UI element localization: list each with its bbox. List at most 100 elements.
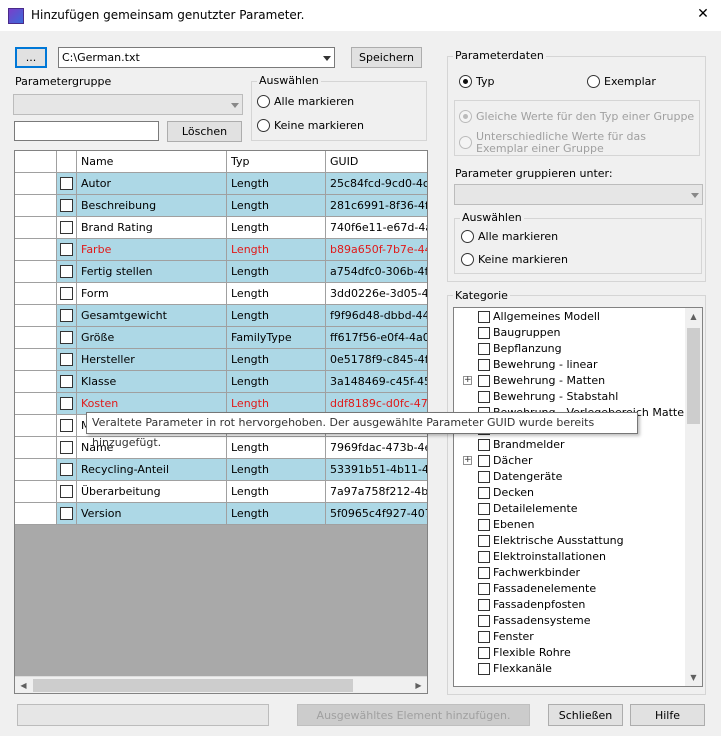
table-row[interactable]: VersionLength5f0965c4f927-407e- bbox=[15, 503, 427, 525]
row-checkbox[interactable] bbox=[60, 463, 73, 476]
tree-item[interactable]: Elektroinstallationen bbox=[454, 549, 686, 565]
row-checkbox[interactable] bbox=[60, 397, 73, 410]
row-checkbox-cell[interactable] bbox=[57, 349, 77, 371]
tree-item[interactable]: Fenster bbox=[454, 629, 686, 645]
row-checkbox[interactable] bbox=[60, 309, 73, 322]
row-checkbox[interactable] bbox=[60, 485, 73, 498]
tree-item[interactable]: Ebenen bbox=[454, 517, 686, 533]
scrollbar-thumb[interactable] bbox=[33, 679, 353, 692]
scroll-right-icon[interactable]: ▶ bbox=[410, 677, 427, 693]
row-checkbox[interactable] bbox=[60, 243, 73, 256]
row-checkbox[interactable] bbox=[60, 441, 73, 454]
row-checkbox-cell[interactable] bbox=[57, 261, 77, 283]
row-checkbox-cell[interactable] bbox=[57, 305, 77, 327]
tree-item-checkbox[interactable] bbox=[478, 631, 490, 643]
row-checkbox-cell[interactable] bbox=[57, 503, 77, 525]
row-checkbox[interactable] bbox=[60, 353, 73, 366]
radio-exemplar[interactable]: Exemplar bbox=[587, 75, 656, 88]
parametergruppe-combo[interactable] bbox=[13, 94, 243, 115]
row-checkbox-cell[interactable] bbox=[57, 481, 77, 503]
tree-item-checkbox[interactable] bbox=[478, 391, 490, 403]
row-checkbox[interactable] bbox=[60, 331, 73, 344]
row-checkbox-cell[interactable] bbox=[57, 217, 77, 239]
tree-item-checkbox[interactable] bbox=[478, 647, 490, 659]
tree-item-checkbox[interactable] bbox=[478, 375, 490, 387]
tree-item-checkbox[interactable] bbox=[478, 439, 490, 451]
tree-item[interactable]: Flexible Rohre bbox=[454, 645, 686, 661]
tree-item-checkbox[interactable] bbox=[478, 663, 490, 675]
row-checkbox-cell[interactable] bbox=[57, 283, 77, 305]
tree-item[interactable]: Allgemeines Modell bbox=[454, 309, 686, 325]
table-row[interactable]: ÜberarbeitungLength7a97a758f212-4b3d bbox=[15, 481, 427, 503]
tree-item[interactable]: Fassadenpfosten bbox=[454, 597, 686, 613]
row-checkbox-cell[interactable] bbox=[57, 393, 77, 415]
table-row[interactable]: BeschreibungLength281c6991-8f36-4f34- bbox=[15, 195, 427, 217]
delete-button[interactable]: Löschen bbox=[167, 121, 242, 142]
row-checkbox-cell[interactable] bbox=[57, 195, 77, 217]
row-checkbox-cell[interactable] bbox=[57, 239, 77, 261]
filter-input[interactable] bbox=[14, 121, 159, 141]
tree-item-checkbox[interactable] bbox=[478, 535, 490, 547]
tree-item[interactable]: Detailelemente bbox=[454, 501, 686, 517]
tree-item-checkbox[interactable] bbox=[478, 583, 490, 595]
category-tree[interactable]: Allgemeines Modell Baugruppen Bepflanzung B… bbox=[453, 307, 703, 687]
row-checkbox[interactable] bbox=[60, 419, 73, 432]
row-checkbox[interactable] bbox=[60, 221, 73, 234]
tree-item-checkbox[interactable] bbox=[478, 471, 490, 483]
tree-item[interactable]: Datengeräte bbox=[454, 469, 686, 485]
tree-item-checkbox[interactable] bbox=[478, 487, 490, 499]
tree-item[interactable]: Brandmelder bbox=[454, 437, 686, 453]
tree-item-checkbox[interactable] bbox=[478, 519, 490, 531]
group-under-combo[interactable] bbox=[454, 184, 703, 205]
tree-item-checkbox[interactable] bbox=[478, 551, 490, 563]
expand-plus-icon[interactable]: + bbox=[463, 376, 472, 385]
row-checkbox[interactable] bbox=[60, 287, 73, 300]
row-checkbox-cell[interactable] bbox=[57, 371, 77, 393]
table-row[interactable]: HerstellerLength0e5178f9-c845-4f3c- bbox=[15, 349, 427, 371]
vertical-scrollbar[interactable]: ▲ ▼ bbox=[685, 308, 702, 686]
tree-item-checkbox[interactable] bbox=[478, 503, 490, 515]
row-checkbox[interactable] bbox=[60, 265, 73, 278]
tree-item-checkbox[interactable] bbox=[478, 567, 490, 579]
radio-select-all-left[interactable]: Alle markieren bbox=[257, 95, 354, 108]
tree-item[interactable]: Elektrische Ausstattung bbox=[454, 533, 686, 549]
tree-item-checkbox[interactable] bbox=[478, 359, 490, 371]
row-checkbox[interactable] bbox=[60, 177, 73, 190]
tree-item[interactable]: + Bewehrung - Matten bbox=[454, 373, 686, 389]
scrollbar-thumb[interactable] bbox=[687, 328, 700, 424]
row-checkbox-cell[interactable] bbox=[57, 327, 77, 349]
tree-item-checkbox[interactable] bbox=[478, 615, 490, 627]
table-row[interactable]: Brand RatingLength740f6e11-e67d-4ae7 bbox=[15, 217, 427, 239]
table-row[interactable]: KlasseLength3a148469-c45f-458a bbox=[15, 371, 427, 393]
tree-item-checkbox[interactable] bbox=[478, 343, 490, 355]
browse-button[interactable]: ... bbox=[15, 47, 47, 68]
close-button[interactable]: Schließen bbox=[548, 704, 623, 726]
table-row[interactable]: Recycling-AnteilLength53391b51-4b11-4e8a bbox=[15, 459, 427, 481]
row-checkbox[interactable] bbox=[60, 507, 73, 520]
radio-select-none-left[interactable]: Keine markieren bbox=[257, 119, 364, 132]
tree-item[interactable]: Bewehrung - linear bbox=[454, 357, 686, 373]
file-path-combo[interactable]: C:\German.txt bbox=[58, 47, 335, 68]
radio-select-all-right[interactable]: Alle markieren bbox=[461, 230, 558, 243]
tree-item[interactable]: Flexkanäle bbox=[454, 661, 686, 677]
scroll-down-icon[interactable]: ▼ bbox=[685, 669, 702, 686]
tree-item[interactable]: Bewehrung - Stabstahl bbox=[454, 389, 686, 405]
tree-item-checkbox[interactable] bbox=[478, 327, 490, 339]
table-row[interactable]: GesamtgewichtLengthf9f96d48-dbbd-4424- bbox=[15, 305, 427, 327]
row-checkbox-cell[interactable] bbox=[57, 437, 77, 459]
horizontal-scrollbar[interactable]: ◀ ▶ bbox=[15, 676, 427, 693]
tree-item[interactable]: Fassadensysteme bbox=[454, 613, 686, 629]
row-checkbox-cell[interactable] bbox=[57, 459, 77, 481]
column-header-typ[interactable]: Typ bbox=[227, 151, 326, 173]
tree-item[interactable]: Baugruppen bbox=[454, 325, 686, 341]
tree-item[interactable]: + Dächer bbox=[454, 453, 686, 469]
tree-item[interactable]: Bepflanzung bbox=[454, 341, 686, 357]
column-header-name[interactable]: Name bbox=[77, 151, 227, 173]
radio-typ[interactable]: Typ bbox=[459, 75, 495, 88]
row-checkbox[interactable] bbox=[60, 375, 73, 388]
save-button[interactable]: Speichern bbox=[351, 47, 422, 68]
scroll-up-icon[interactable]: ▲ bbox=[685, 308, 702, 325]
tree-item[interactable]: Fassadenelemente bbox=[454, 581, 686, 597]
scroll-left-icon[interactable]: ◀ bbox=[15, 677, 32, 693]
tree-item-checkbox[interactable] bbox=[478, 455, 490, 467]
